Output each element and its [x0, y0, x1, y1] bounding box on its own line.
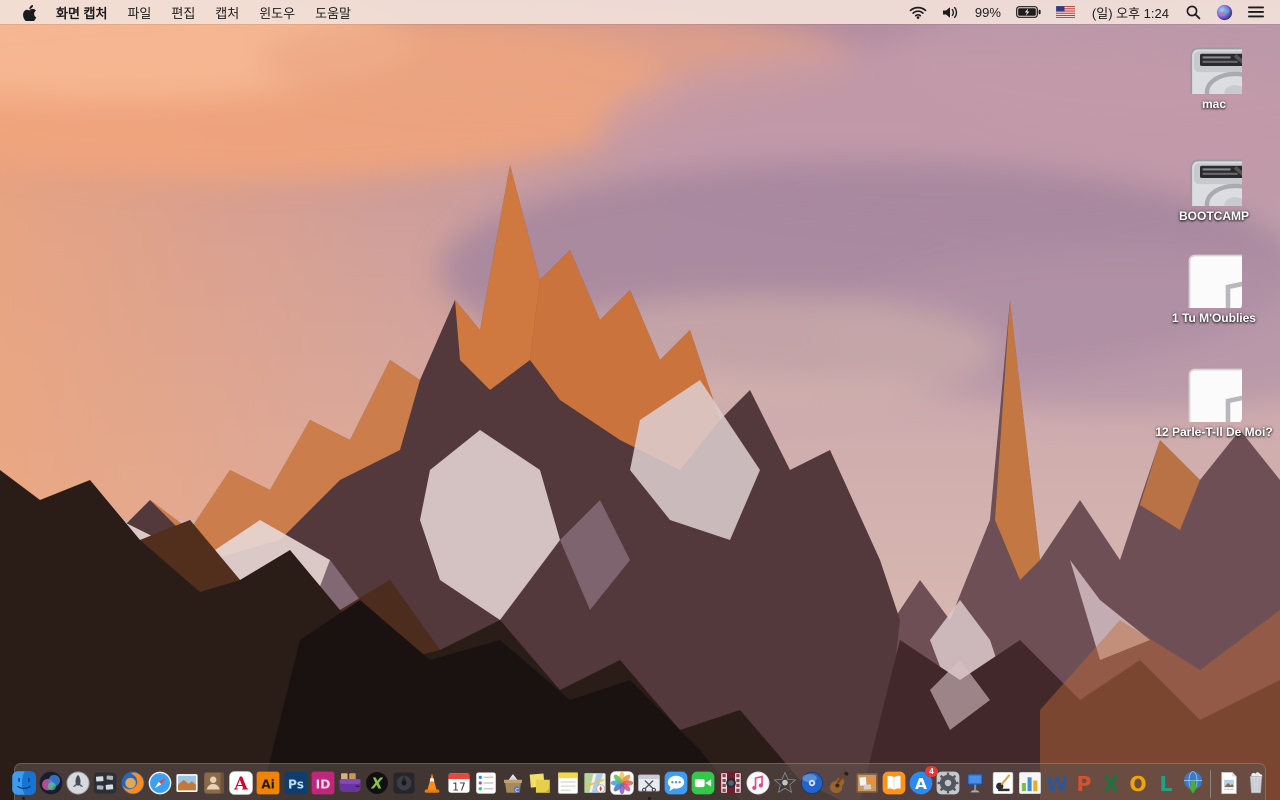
- battery-percent: 99%: [974, 4, 1001, 20]
- acrobat-dock-icon[interactable]: A: [228, 770, 254, 796]
- spotlight-icon[interactable]: [1182, 0, 1205, 24]
- desktop-icon-audio-parle-t-il[interactable]: 12 Parle-T-Il De Moi?: [1152, 366, 1276, 440]
- reminders-dock-icon[interactable]: [473, 770, 499, 796]
- audio-file-icon: [1186, 252, 1242, 308]
- menu-edit[interactable]: 편집: [161, 3, 205, 22]
- itunes-dock-icon[interactable]: [745, 770, 771, 796]
- macos-desktop: 화면 캡처 파일 편집 캡처 윈도우 도움말 99% (일) 오후 1:24 m…: [0, 0, 1280, 800]
- desktop-icon-label: BOOTCAMP: [1179, 209, 1249, 223]
- svg-text:C: C: [515, 788, 519, 794]
- outlook-dock-icon[interactable]: O: [1125, 770, 1151, 796]
- stickies-dock-icon[interactable]: [527, 770, 553, 796]
- launchpad-dock-icon[interactable]: [65, 770, 91, 796]
- mission-control-dock-icon[interactable]: [92, 770, 118, 796]
- menu-bar: 화면 캡처 파일 편집 캡처 윈도우 도움말 99% (일) 오후 1:24: [0, 0, 1280, 24]
- firefox-dock-icon[interactable]: [120, 770, 146, 796]
- photoshop-dock-icon[interactable]: Ps: [283, 770, 309, 796]
- toast-dock-icon[interactable]: [337, 770, 363, 796]
- contacts-dock-icon[interactable]: [201, 770, 227, 796]
- safari-dock-icon[interactable]: [147, 770, 173, 796]
- dock: A Ai Ps ID X 17 C A 4 W P X O L: [11, 763, 1269, 800]
- idvd-dock-icon[interactable]: [799, 770, 825, 796]
- indesign-dock-icon[interactable]: ID: [310, 770, 336, 796]
- svg-text:ID: ID: [316, 778, 331, 792]
- numbers-dock-icon[interactable]: [1017, 770, 1043, 796]
- dock-divider: [1210, 770, 1212, 798]
- svg-text:O: O: [1130, 772, 1147, 796]
- siri-menu-icon[interactable]: [1212, 0, 1237, 24]
- pages-dock-icon[interactable]: [990, 770, 1016, 796]
- preview-dock-icon[interactable]: [174, 770, 200, 796]
- svg-text:17: 17: [452, 781, 465, 793]
- desktop-icon-label: 12 Parle-T-Il De Moi?: [1155, 425, 1273, 439]
- imovie-dock-icon[interactable]: [772, 770, 798, 796]
- desktop-icon-drive-mac[interactable]: mac: [1152, 38, 1276, 112]
- apple-menu[interactable]: [12, 0, 46, 24]
- desktop-icon-label: mac: [1201, 97, 1227, 111]
- desktop-icon-drive-bootcamp[interactable]: BOOTCAMP: [1152, 150, 1276, 224]
- menu-window[interactable]: 윈도우: [249, 3, 305, 22]
- document-dock-icon[interactable]: [1216, 770, 1242, 796]
- messages-dock-icon[interactable]: [663, 770, 689, 796]
- facetime-dock-icon[interactable]: [690, 770, 716, 796]
- volume-icon[interactable]: [938, 0, 964, 24]
- notification-center-icon[interactable]: [1244, 0, 1268, 24]
- menu-clock[interactable]: (일) 오후 1:24: [1086, 3, 1175, 22]
- pinboard-dock-icon[interactable]: [854, 770, 880, 796]
- svg-text:A: A: [233, 774, 249, 795]
- ibooks-dock-icon[interactable]: [881, 770, 907, 796]
- calendar-dock-icon[interactable]: 17: [446, 770, 472, 796]
- svg-text:L: L: [1159, 772, 1172, 796]
- us-flag-icon[interactable]: [1052, 0, 1079, 24]
- divx-dock-icon[interactable]: X: [364, 770, 390, 796]
- powerpoint-dock-icon[interactable]: P: [1071, 770, 1097, 796]
- illustrator-dock-icon[interactable]: Ai: [255, 770, 281, 796]
- vlc-dock-icon[interactable]: [419, 770, 445, 796]
- menu-file[interactable]: 파일: [117, 3, 161, 22]
- downloader-dock-icon[interactable]: [1180, 770, 1206, 796]
- maps-dock-icon[interactable]: [582, 770, 608, 796]
- disk-tool-dock-icon[interactable]: [391, 770, 417, 796]
- svg-text:X: X: [1103, 772, 1119, 796]
- desktop-icon-label: 1 Tu M'Oublies: [1172, 311, 1256, 325]
- archive-utility-dock-icon[interactable]: C: [500, 770, 526, 796]
- keynote-dock-icon[interactable]: [962, 770, 988, 796]
- active-app-menu[interactable]: 화면 캡처: [46, 3, 117, 22]
- desktop-icon-audio-tu-moublies[interactable]: 1 Tu M'Oublies: [1152, 252, 1276, 326]
- apple-logo-icon: [22, 4, 36, 21]
- menu-help[interactable]: 도움말: [305, 3, 361, 22]
- photos-dock-icon[interactable]: [609, 770, 635, 796]
- trash-dock-icon[interactable]: [1243, 770, 1269, 796]
- finder-dock-icon[interactable]: [11, 770, 37, 800]
- svg-text:Ai: Ai: [262, 778, 276, 792]
- lync-dock-icon[interactable]: L: [1153, 770, 1179, 796]
- hard-drive-icon: [1186, 150, 1242, 206]
- svg-text:A: A: [915, 775, 927, 793]
- svg-text:X: X: [371, 776, 384, 793]
- garageband-dock-icon[interactable]: [826, 770, 852, 796]
- menu-capture[interactable]: 캡처: [205, 3, 249, 22]
- system-preferences-dock-icon[interactable]: [935, 770, 961, 796]
- screen-capture-dock-icon[interactable]: [636, 770, 662, 800]
- siri-dock-icon[interactable]: [38, 770, 64, 796]
- battery-charging-icon[interactable]: [1012, 0, 1045, 24]
- app-store-dock-icon[interactable]: A4: [908, 766, 938, 796]
- word-dock-icon[interactable]: W: [1044, 770, 1070, 796]
- wifi-icon[interactable]: [905, 0, 931, 24]
- desktop-wallpaper: [0, 0, 1280, 800]
- audio-file-icon: [1186, 366, 1242, 422]
- hard-drive-icon: [1186, 38, 1242, 94]
- excel-dock-icon[interactable]: X: [1098, 770, 1124, 796]
- svg-text:W: W: [1046, 773, 1068, 796]
- svg-text:Ps: Ps: [288, 778, 304, 792]
- photo-booth-dock-icon[interactable]: [718, 770, 744, 796]
- notes-dock-icon[interactable]: [555, 770, 581, 796]
- svg-text:P: P: [1077, 772, 1092, 796]
